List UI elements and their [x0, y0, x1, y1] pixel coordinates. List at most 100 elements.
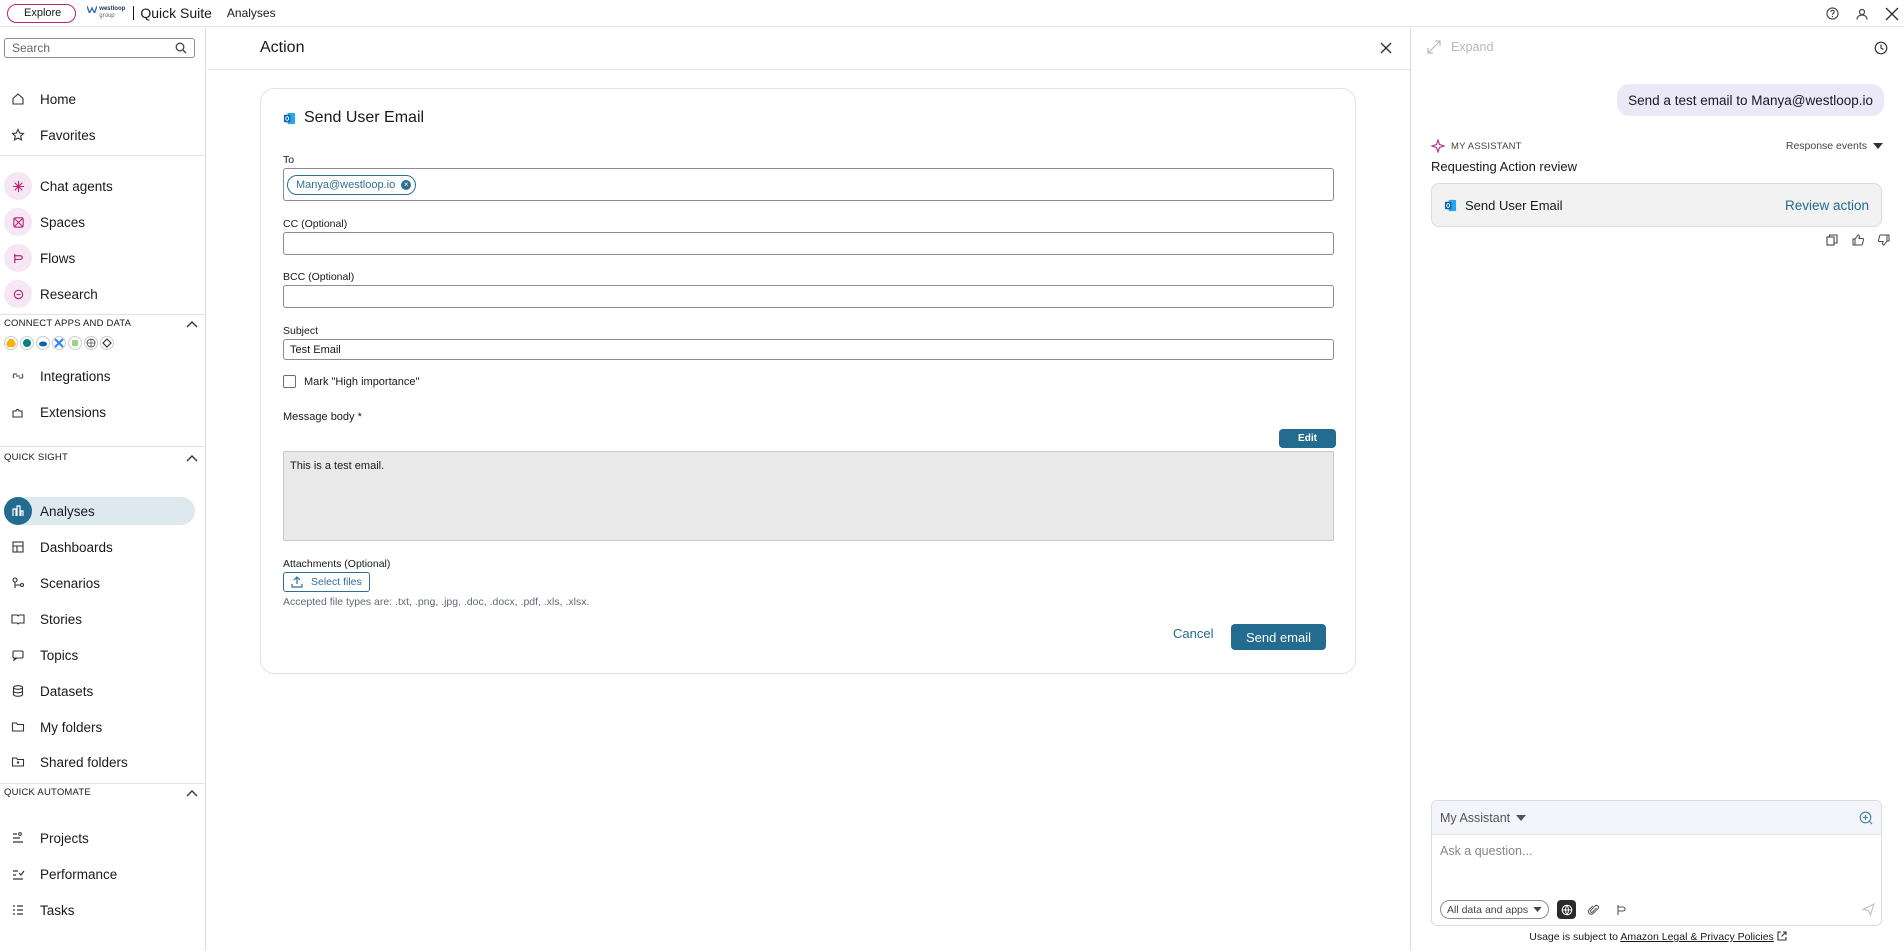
send-email-button[interactable]: Send email	[1231, 624, 1326, 650]
sharepoint-icon[interactable]	[20, 336, 34, 350]
quick-automate-heading[interactable]: QUICK AUTOMATE	[4, 787, 198, 798]
sparkle-icon	[1431, 139, 1445, 153]
sidebar-item-my-folders[interactable]: My folders	[4, 713, 195, 741]
attach-icon[interactable]	[1584, 900, 1603, 919]
assistant-header: MY ASSISTANT	[1431, 139, 1522, 153]
sidebar-item-projects[interactable]: Projects	[4, 824, 195, 852]
message-body-field[interactable]: This is a test email.	[283, 451, 1334, 541]
westloop-logo[interactable]: westloop group	[87, 6, 125, 20]
sidebar-item-tasks[interactable]: Tasks	[4, 896, 195, 924]
sidebar-item-stories[interactable]: Stories	[4, 605, 195, 633]
subject-field[interactable]: Test Email	[283, 339, 1334, 360]
quick-sight-heading[interactable]: QUICK SIGHT	[4, 452, 198, 463]
chevron-up-icon[interactable]	[186, 789, 198, 797]
send-message-icon[interactable]	[1862, 903, 1875, 916]
flows-icon[interactable]	[1611, 900, 1630, 919]
web-search-icon[interactable]	[1557, 900, 1577, 919]
new-chat-icon[interactable]	[1859, 811, 1873, 825]
thumbs-down-icon[interactable]	[1878, 234, 1890, 246]
edit-button[interactable]: Edit	[1279, 429, 1336, 448]
connect-apps-heading[interactable]: CONNECT APPS AND DATA	[4, 318, 198, 329]
chevron-up-icon[interactable]	[186, 320, 198, 328]
web-icon[interactable]	[84, 336, 98, 350]
jira-icon[interactable]	[52, 336, 66, 350]
high-importance-row[interactable]: Mark "High importance"	[283, 375, 419, 388]
chat-composer: My Assistant Ask a question... All data …	[1431, 800, 1882, 926]
sidebar-item-label: Dashboards	[40, 539, 113, 555]
onedrive-icon[interactable]	[36, 336, 50, 350]
sidebar-item-flows[interactable]: Flows	[4, 244, 195, 272]
app-connector-icon[interactable]	[68, 336, 82, 350]
star-icon	[4, 121, 32, 149]
history-icon[interactable]	[1874, 41, 1888, 55]
sidebar-item-label: My folders	[40, 719, 103, 735]
to-field[interactable]: Manya@westloop.io ×	[283, 168, 1334, 201]
response-events-toggle[interactable]: Response events	[1786, 140, 1883, 152]
search-icon[interactable]	[175, 42, 187, 54]
expand-button[interactable]: Expand	[1427, 40, 1493, 54]
sidebar-item-home[interactable]: Home	[4, 85, 195, 113]
sidebar-item-scenarios[interactable]: Scenarios	[4, 569, 195, 597]
sidebar-item-performance[interactable]: Performance	[4, 860, 195, 888]
composer-header: My Assistant	[1432, 801, 1881, 835]
sidebar-item-shared-folders[interactable]: Shared folders	[4, 748, 195, 776]
legal-policies-link[interactable]: Amazon Legal & Privacy Policies	[1620, 931, 1774, 943]
app-name[interactable]: Quick Suite	[140, 5, 212, 21]
extensions-icon	[4, 398, 32, 426]
section-heading-label: CONNECT APPS AND DATA	[4, 318, 132, 329]
projects-icon	[4, 824, 32, 852]
sidebar-item-label: Projects	[40, 830, 89, 846]
sidebar-item-spaces[interactable]: Spaces	[4, 208, 195, 236]
search-placeholder: Search	[12, 41, 51, 55]
analyses-icon	[4, 497, 32, 525]
sidebar-item-analyses[interactable]: Analyses	[4, 497, 195, 525]
send-email-form: Send User Email To Manya@westloop.io × C…	[260, 88, 1356, 674]
chevron-up-icon[interactable]	[186, 454, 198, 462]
sidebar-item-topics[interactable]: Topics	[4, 641, 195, 669]
cancel-button[interactable]: Cancel	[1173, 626, 1213, 641]
sidebar-item-favorites[interactable]: Favorites	[4, 121, 195, 149]
sidebar-item-label: Performance	[40, 866, 118, 882]
cc-field[interactable]	[283, 232, 1334, 255]
review-action-link[interactable]: Review action	[1785, 198, 1869, 213]
explore-button[interactable]: Explore	[7, 3, 77, 23]
sidebar-item-label: Tasks	[40, 902, 75, 918]
sidebar-item-integrations[interactable]: Integrations	[4, 362, 195, 390]
user-icon[interactable]	[1854, 6, 1870, 22]
sidebar-item-label: Datasets	[40, 683, 94, 699]
shared-folder-icon	[4, 748, 32, 776]
sidebar-item-label: Analyses	[40, 503, 95, 519]
bcc-field[interactable]	[283, 285, 1334, 308]
select-files-button[interactable]: Select files	[283, 572, 370, 592]
sidebar-item-datasets[interactable]: Datasets	[4, 677, 195, 705]
remove-recipient-icon[interactable]: ×	[401, 179, 412, 190]
sidebar-item-label: Topics	[40, 647, 79, 663]
sidebar-item-research[interactable]: Research	[4, 280, 195, 308]
more-apps-icon[interactable]	[100, 336, 114, 350]
copy-icon[interactable]	[1826, 234, 1838, 246]
outlook-icon	[283, 112, 296, 125]
assistant-selector[interactable]: My Assistant	[1440, 811, 1527, 825]
help-icon[interactable]	[1824, 6, 1840, 22]
sidebar-item-chat-agents[interactable]: Chat agents	[4, 172, 195, 200]
integrations-icon	[4, 362, 32, 390]
sidebar-item-label: Flows	[40, 250, 76, 266]
thumbs-up-icon[interactable]	[1852, 234, 1864, 246]
sidebar-item-dashboards[interactable]: Dashboards	[4, 533, 195, 561]
close-icon[interactable]	[1380, 42, 1392, 54]
recipient-chip[interactable]: Manya@westloop.io ×	[287, 174, 417, 195]
sidebar-item-extensions[interactable]: Extensions	[4, 398, 195, 426]
sidebar-divider	[0, 446, 205, 447]
folder-icon	[4, 713, 32, 741]
accepted-file-types: Accepted file types are: .txt, .png, .jp…	[283, 596, 590, 608]
drive-icon[interactable]	[4, 336, 18, 350]
high-importance-checkbox[interactable]	[283, 375, 296, 388]
ask-question-input[interactable]: Ask a question...	[1440, 844, 1532, 858]
dashboards-icon	[4, 533, 32, 561]
sidebar-item-label: Scenarios	[40, 575, 101, 591]
close-window-icon[interactable]	[1884, 6, 1900, 22]
external-link-icon[interactable]	[1777, 931, 1787, 941]
logo-text: westloop	[99, 6, 126, 12]
data-scope-dropdown[interactable]: All data and apps	[1440, 900, 1550, 919]
search-input[interactable]: Search	[4, 38, 195, 58]
